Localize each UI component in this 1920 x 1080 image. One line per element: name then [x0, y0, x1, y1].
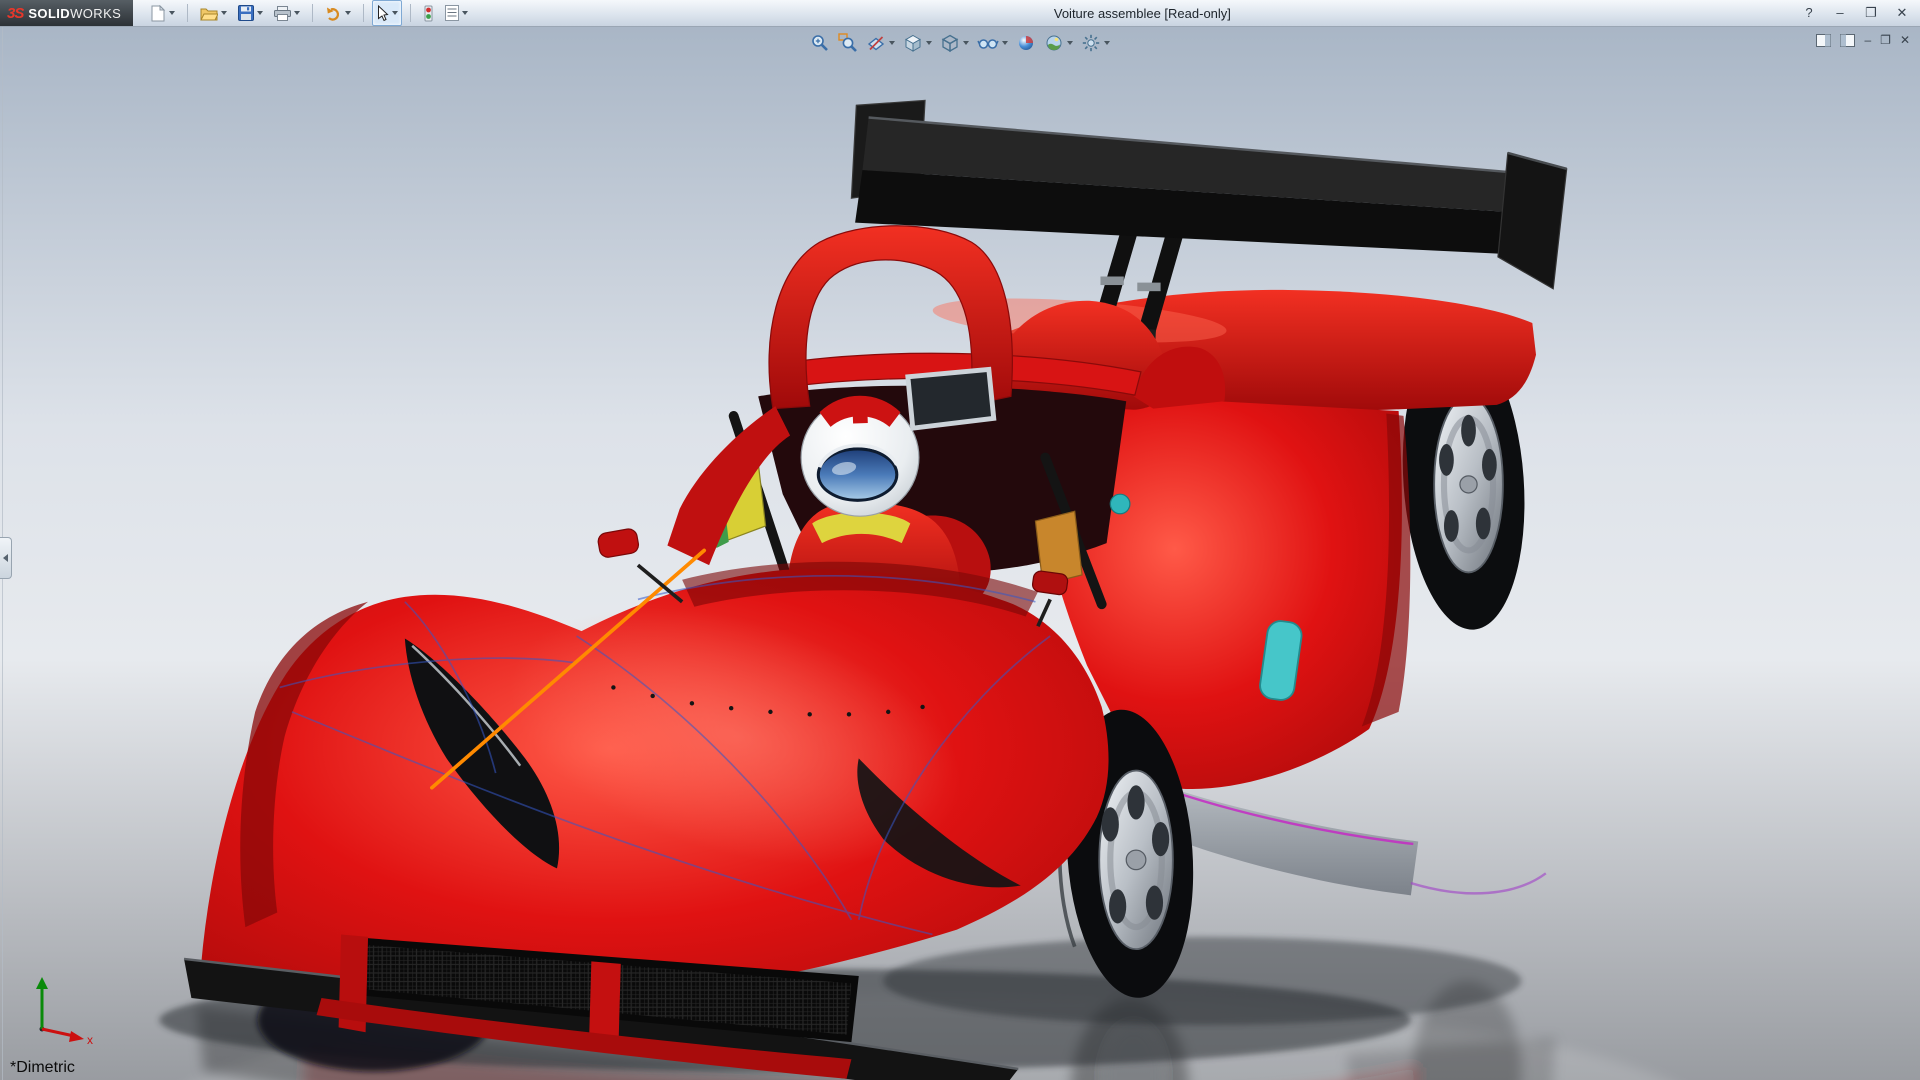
main-toolbar	[147, 0, 472, 26]
display-style-dropdown[interactable]	[963, 41, 969, 45]
document-close-button[interactable]: ✕	[1900, 33, 1910, 47]
options-sheet-button[interactable]	[441, 0, 472, 26]
view-settings-icon	[1081, 33, 1101, 53]
zoom-to-area-icon	[838, 33, 858, 53]
task-pane-toggle-button[interactable]	[1816, 34, 1831, 47]
xpress-products-icon	[423, 5, 434, 22]
print-button[interactable]	[270, 0, 304, 26]
section-view-dropdown[interactable]	[889, 41, 895, 45]
zoom-to-area-button[interactable]	[836, 32, 860, 54]
feature-manager-expand-tab[interactable]	[0, 537, 12, 579]
view-orientation-label: *Dimetric	[10, 1059, 75, 1077]
toolbar-separator	[410, 4, 411, 22]
cyan-fitting	[1110, 494, 1130, 514]
model-viewport-canvas[interactable]	[0, 27, 1920, 1080]
open-folder-icon	[200, 6, 218, 21]
display-pane-toggle-button[interactable]	[1840, 34, 1855, 47]
save-dropdown[interactable]	[257, 11, 263, 15]
toolbar-separator	[312, 4, 313, 22]
save-icon	[238, 5, 254, 21]
open-button[interactable]	[196, 0, 231, 26]
apply-scene-dropdown[interactable]	[1067, 41, 1073, 45]
hide-show-items-button[interactable]	[975, 32, 1010, 54]
document-restore-button[interactable]: ❐	[1880, 33, 1891, 47]
undo-button[interactable]	[321, 0, 355, 26]
zoom-to-fit-icon	[810, 33, 830, 53]
options-sheet-icon	[445, 5, 459, 21]
brand-name-light: WORKS	[70, 6, 121, 21]
new-document-button[interactable]	[147, 0, 179, 26]
rearview-mirror[interactable]	[908, 369, 994, 428]
minimize-button[interactable]: –	[1832, 5, 1848, 21]
pane-right-icon	[1840, 34, 1855, 47]
hide-show-items-dropdown[interactable]	[1002, 41, 1008, 45]
select-cursor-icon	[376, 5, 389, 22]
x-axis-label: x	[87, 1033, 93, 1045]
open-dropdown[interactable]	[221, 11, 227, 15]
apply-scene-button[interactable]	[1042, 32, 1075, 54]
pane-left-icon	[1816, 34, 1831, 47]
new-document-icon	[151, 5, 166, 22]
close-button[interactable]: ✕	[1894, 5, 1910, 21]
edit-appearance-button[interactable]	[1014, 32, 1038, 54]
document-window-controls: – ❐ ✕	[1816, 33, 1910, 47]
graphics-area[interactable]: – ❐ ✕ x *Dimetric	[0, 27, 1920, 1080]
print-icon	[274, 6, 291, 21]
save-button[interactable]	[234, 0, 267, 26]
display-style-icon	[940, 33, 960, 53]
chevron-left-icon	[3, 554, 8, 562]
view-orientation-dropdown[interactable]	[926, 41, 932, 45]
maximize-button[interactable]: ❐	[1863, 5, 1879, 21]
options-sheet-dropdown[interactable]	[462, 11, 468, 15]
window-controls: ? – ❐ ✕	[1801, 5, 1920, 21]
title-bar: 3S SOLIDWORKS	[0, 0, 1920, 27]
reference-triad: x	[20, 971, 98, 1050]
toolbar-separator	[187, 4, 188, 22]
xpress-products-button[interactable]	[419, 0, 438, 26]
solidworks-logo: 3S SOLIDWORKS	[0, 0, 133, 26]
helmet-visor	[818, 449, 897, 500]
document-minimize-button[interactable]: –	[1864, 33, 1871, 47]
hide-show-items-icon	[977, 33, 999, 53]
window-title: Voiture assemblee [Read-only]	[1054, 6, 1231, 21]
apply-scene-icon	[1044, 33, 1064, 53]
section-view-button[interactable]	[864, 32, 897, 54]
y-axis-arrow	[36, 977, 48, 989]
brand-name: SOLIDWORKS	[28, 6, 121, 21]
display-style-button[interactable]	[938, 32, 971, 54]
undo-dropdown[interactable]	[345, 11, 351, 15]
zoom-to-fit-button[interactable]	[808, 32, 832, 54]
view-settings-dropdown[interactable]	[1104, 41, 1110, 45]
brand-name-bold: SOLID	[28, 6, 70, 21]
toolbar-separator	[363, 4, 364, 22]
select-tool-button[interactable]	[372, 0, 402, 26]
section-view-icon	[866, 33, 886, 53]
view-orientation-button[interactable]	[901, 32, 934, 54]
new-document-dropdown[interactable]	[169, 11, 175, 15]
headsup-view-toolbar	[808, 32, 1112, 54]
x-axis-arrow	[69, 1031, 84, 1042]
select-tool-dropdown[interactable]	[392, 11, 398, 15]
undo-icon	[325, 6, 342, 21]
help-button[interactable]: ?	[1801, 5, 1817, 21]
view-settings-button[interactable]	[1079, 32, 1112, 54]
print-dropdown[interactable]	[294, 11, 300, 15]
dassault-logo-icon: 3S	[7, 5, 23, 22]
edit-appearance-icon	[1016, 33, 1036, 53]
view-orientation-icon	[903, 33, 923, 53]
